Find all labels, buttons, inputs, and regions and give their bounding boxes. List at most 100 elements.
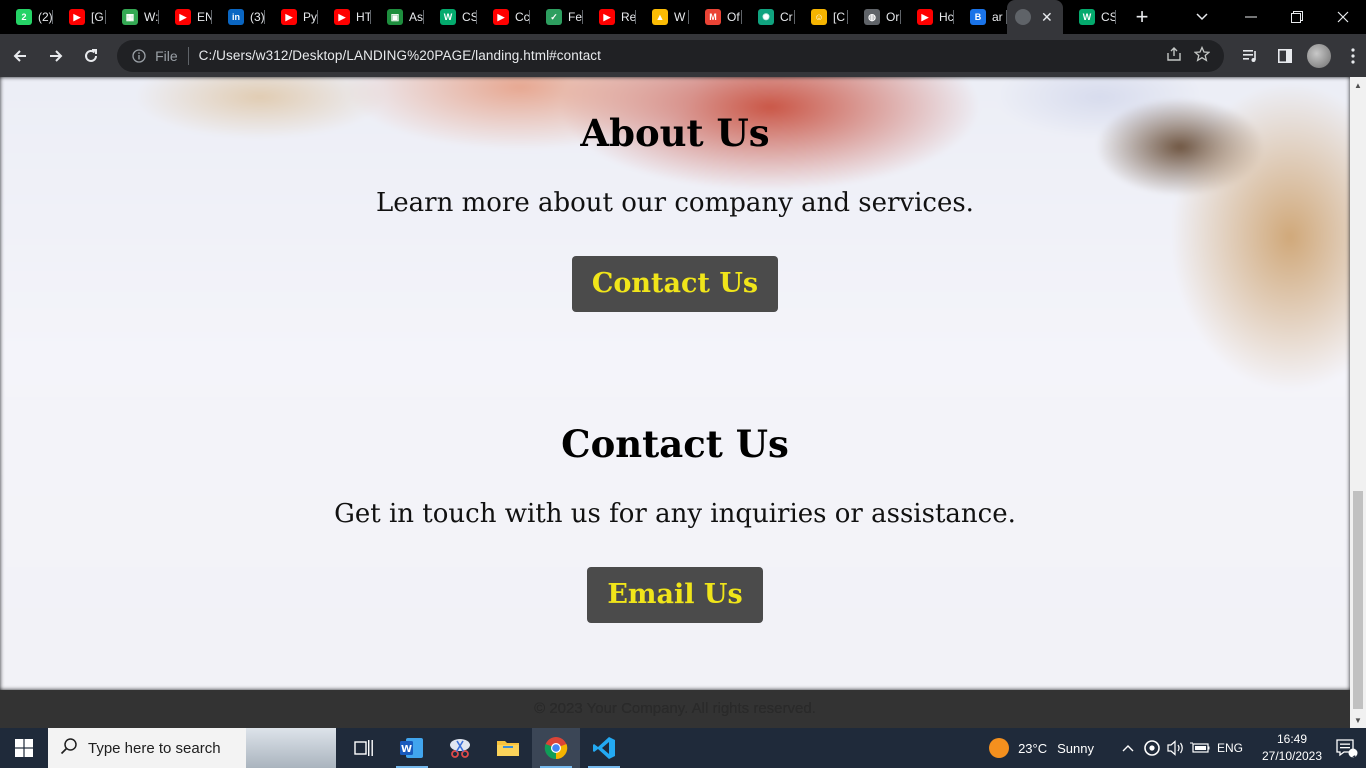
svg-text:W: W bbox=[401, 744, 412, 755]
browser-tab[interactable]: ✺ Cr bbox=[742, 0, 795, 34]
browser-tab[interactable]: ▶ Re bbox=[583, 0, 636, 34]
email-us-button[interactable]: Email Us bbox=[587, 567, 763, 623]
restore-button[interactable] bbox=[1274, 0, 1320, 34]
browser-tab[interactable]: in (3) bbox=[212, 0, 265, 34]
contact-text: Get in touch with us for any inquiries o… bbox=[334, 499, 1016, 529]
tab-title: [C bbox=[833, 10, 845, 24]
browser-tab[interactable]: 2 (2) bbox=[0, 0, 53, 34]
browser-tab[interactable]: ▶ Hc bbox=[901, 0, 954, 34]
tab-title: W bbox=[674, 10, 686, 24]
window-controls bbox=[1182, 0, 1366, 34]
address-bar[interactable]: File C:/Users/w312/Desktop/LANDING%20PAG… bbox=[117, 39, 1225, 72]
browser-tab[interactable]: ☺ [C bbox=[795, 0, 848, 34]
browser-tab[interactable]: ◍ Or bbox=[848, 0, 901, 34]
reload-button[interactable] bbox=[75, 40, 107, 72]
side-panel-icon bbox=[1278, 48, 1293, 63]
weather-temp: 23°C bbox=[1018, 740, 1048, 756]
share-icon[interactable] bbox=[1166, 46, 1182, 65]
bookmark-star-icon[interactable] bbox=[1193, 45, 1211, 65]
back-button[interactable] bbox=[4, 40, 36, 72]
browser-tab[interactable]: ▶ Cc bbox=[477, 0, 530, 34]
browser-tab[interactable]: ▶ EN bbox=[159, 0, 212, 34]
toolbar-right bbox=[1238, 43, 1366, 69]
sun-icon bbox=[989, 738, 1010, 758]
scroll-down-arrow-icon[interactable]: ▼ bbox=[1350, 712, 1366, 728]
scrollbar-thumb[interactable] bbox=[1353, 491, 1363, 709]
close-icon bbox=[1337, 11, 1349, 23]
close-window-button[interactable] bbox=[1320, 0, 1366, 34]
maps-icon: ▦ bbox=[122, 9, 138, 25]
contact-title: Contact Us bbox=[561, 422, 789, 466]
clock[interactable]: 16:49 27/10/2023 bbox=[1256, 731, 1328, 765]
contact-us-button[interactable]: Contact Us bbox=[571, 256, 779, 312]
windows-logo-icon bbox=[15, 739, 33, 757]
browser-tab-active[interactable]: ✕ bbox=[1007, 0, 1063, 34]
pinned-apps: W bbox=[340, 728, 628, 768]
browser-tab[interactable]: ✓ Fe bbox=[530, 0, 583, 34]
tab-title: (2) bbox=[38, 10, 53, 24]
chrome-app-button[interactable] bbox=[532, 728, 580, 768]
classroom-icon: ▣ bbox=[387, 9, 403, 25]
notification-count: 1 bbox=[1351, 754, 1357, 764]
start-button[interactable] bbox=[0, 728, 48, 768]
browser-tab[interactable]: ▲ W bbox=[636, 0, 689, 34]
browser-tab[interactable]: ▦ W: bbox=[106, 0, 159, 34]
user-icon: ☺ bbox=[811, 9, 827, 25]
battery-icon[interactable] bbox=[1188, 742, 1212, 754]
tab-title: Of bbox=[727, 10, 740, 24]
show-hidden-icons-button[interactable] bbox=[1116, 744, 1140, 752]
volume-icon[interactable] bbox=[1164, 740, 1188, 756]
media-controls-button[interactable] bbox=[1238, 43, 1264, 69]
browser-tab[interactable]: ▣ As bbox=[371, 0, 424, 34]
file-explorer-button[interactable] bbox=[484, 728, 532, 768]
forward-button[interactable] bbox=[40, 40, 72, 72]
browser-tab[interactable]: W CS bbox=[1063, 0, 1116, 34]
search-placeholder: Type here to search bbox=[88, 739, 221, 757]
globe-icon: ◍ bbox=[864, 9, 880, 25]
taskbar-search-box[interactable]: Type here to search bbox=[48, 728, 336, 768]
about-title: About Us bbox=[580, 111, 770, 155]
close-tab-icon[interactable]: ✕ bbox=[1041, 9, 1053, 26]
new-tab-button[interactable]: + bbox=[1122, 0, 1162, 34]
vscode-app-button[interactable] bbox=[580, 728, 628, 768]
tab-title: EN bbox=[197, 10, 212, 24]
language-indicator[interactable]: ENG bbox=[1212, 741, 1248, 755]
site-info-icon[interactable] bbox=[125, 48, 153, 63]
chatgpt-icon: ✺ bbox=[758, 9, 774, 25]
browser-tab[interactable]: W CS bbox=[424, 0, 477, 34]
url-text[interactable]: C:/Users/w312/Desktop/LANDING%20PAGE/lan… bbox=[199, 48, 1166, 63]
browser-toolbar: File C:/Users/w312/Desktop/LANDING%20PAG… bbox=[0, 34, 1366, 77]
about-text: Learn more about our company and service… bbox=[376, 188, 974, 218]
chrome-tray-icon[interactable] bbox=[1140, 740, 1164, 756]
tab-title: ar bbox=[992, 10, 1003, 24]
snipping-tool-button[interactable] bbox=[436, 728, 484, 768]
browser-tab[interactable]: Bar bbox=[954, 0, 1007, 34]
menu-button[interactable] bbox=[1340, 43, 1366, 69]
profile-button[interactable] bbox=[1306, 43, 1332, 69]
browser-tab[interactable]: M Of bbox=[689, 0, 742, 34]
scroll-up-arrow-icon[interactable]: ▲ bbox=[1350, 77, 1366, 93]
tab-title: [G bbox=[91, 10, 104, 24]
youtube-icon: ▶ bbox=[493, 9, 509, 25]
tab-title: Py bbox=[303, 10, 318, 24]
restore-icon bbox=[1291, 11, 1303, 23]
tab-title: W: bbox=[144, 10, 159, 24]
about-section: About Us Learn more about our company an… bbox=[0, 111, 1350, 312]
task-view-button[interactable] bbox=[340, 728, 388, 768]
browser-tab[interactable]: ▶ [G bbox=[53, 0, 106, 34]
clock-date: 27/10/2023 bbox=[1261, 749, 1323, 763]
tab-search-button[interactable] bbox=[1182, 0, 1222, 34]
chevron-down-icon bbox=[1196, 13, 1208, 21]
browser-tab[interactable]: ▶ HT bbox=[318, 0, 371, 34]
side-panel-button[interactable] bbox=[1272, 43, 1298, 69]
w3schools-icon: W bbox=[440, 9, 456, 25]
tab-title: Hc bbox=[939, 10, 954, 24]
minimize-button[interactable] bbox=[1228, 0, 1274, 34]
word-app-button[interactable]: W bbox=[388, 728, 436, 768]
page-scrollbar[interactable]: ▲ ▼ bbox=[1350, 77, 1366, 728]
browser-tab[interactable]: ▶ Py bbox=[265, 0, 318, 34]
chrome-icon bbox=[544, 737, 568, 760]
weather-widget[interactable]: 23°C Sunny bbox=[989, 738, 1094, 758]
notifications-button[interactable]: 1 bbox=[1328, 738, 1366, 764]
vscode-icon bbox=[593, 737, 615, 759]
